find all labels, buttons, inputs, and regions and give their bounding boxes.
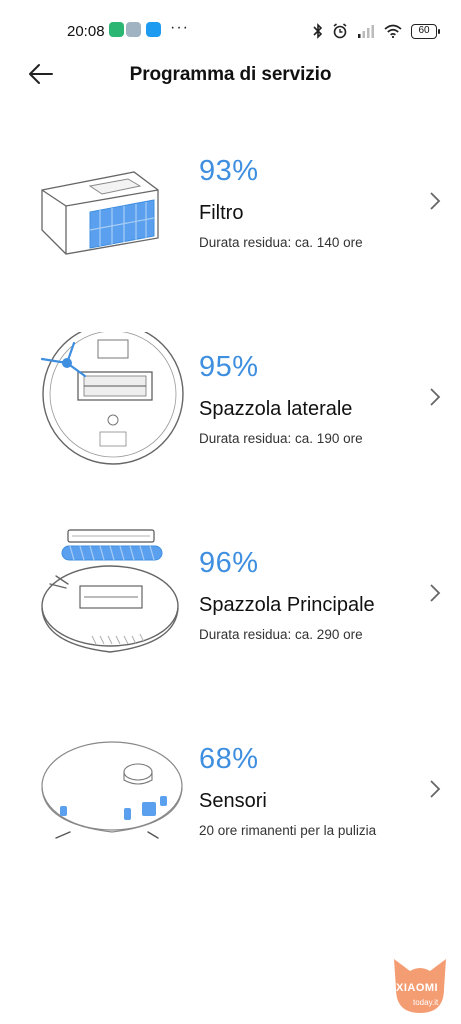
service-item-sensors[interactable]: 68% Sensori 20 ore rimanenti per la puli… [0, 728, 461, 908]
sensors-percent: 68% [199, 743, 259, 775]
main-brush-illustration [41, 529, 179, 653]
side-brush-percent: 95% [199, 351, 259, 383]
alarm-icon [333, 23, 347, 39]
signal-icon [358, 25, 374, 38]
status-icons: 60 [313, 20, 440, 42]
filter-name: Filtro [199, 202, 244, 224]
sensors-desc: 20 ore rimanenti per la pulizia [199, 823, 377, 838]
main-brush-percent: 96% [199, 547, 259, 579]
side-brush-desc: Durata residua: ca. 190 ore [199, 431, 363, 446]
chevron-right-icon [430, 388, 441, 406]
header: Programma di servizio [0, 52, 461, 96]
service-item-filter[interactable]: 93% Filtro Durata residua: ca. 140 ore [0, 140, 461, 320]
sensors-illustration [41, 741, 183, 839]
chevron-right-icon [430, 584, 441, 602]
wifi-icon [384, 24, 402, 38]
app-icon-green [109, 22, 124, 37]
more-notifications-icon: ··· [170, 19, 189, 36]
watermark-brand: XIAOMI [396, 982, 439, 994]
side-brush-illustration [40, 332, 184, 465]
bluetooth-icon [313, 23, 323, 39]
status-time: 20:08 [67, 23, 105, 40]
main-brush-desc: Durata residua: ca. 290 ore [199, 627, 363, 642]
watermark-site: today.it [413, 998, 439, 1007]
filter-illustration [41, 171, 159, 255]
service-item-main-brush[interactable]: 96% Spazzola Principale Durata residua: … [0, 529, 461, 712]
chevron-right-icon [430, 780, 441, 798]
main-brush-name: Spazzola Principale [199, 594, 375, 616]
chevron-right-icon [430, 192, 441, 210]
side-brush-name: Spazzola laterale [199, 398, 353, 420]
sensors-name: Sensori [199, 790, 267, 812]
page-title: Programma di servizio [129, 64, 332, 85]
app-icon-grey [126, 22, 141, 37]
battery-icon: 60 [411, 23, 440, 39]
filter-percent: 93% [199, 155, 259, 187]
app-icon-blue [146, 22, 161, 37]
service-item-side-brush[interactable]: 95% Spazzola laterale Durata residua: ca… [0, 332, 461, 516]
filter-desc: Durata residua: ca. 140 ore [199, 235, 363, 250]
